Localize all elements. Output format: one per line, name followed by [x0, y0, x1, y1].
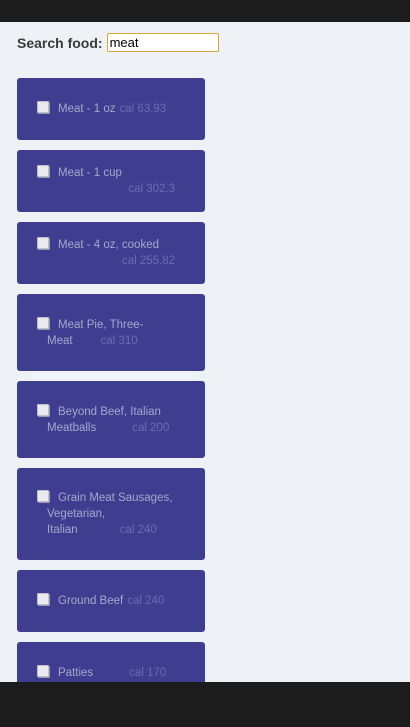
food-calories: cal 302.3	[128, 183, 175, 195]
food-item[interactable]: Meat - 1 cup cal 302.3	[17, 150, 205, 212]
food-item[interactable]: Meat - 1 oz cal 63.93	[17, 78, 205, 140]
food-calories: cal 240	[127, 595, 165, 607]
food-calories: cal 200	[132, 421, 170, 434]
checkbox-icon[interactable]	[37, 316, 49, 329]
checkbox-icon[interactable]	[37, 593, 49, 605]
food-name: Ground Beef	[58, 595, 124, 607]
browser-bottom-bar	[0, 682, 410, 727]
search-label: Search food:	[17, 34, 103, 51]
food-item[interactable]: Meat - 4 oz, cooked cal 255.82	[17, 222, 205, 284]
search-input[interactable]	[106, 33, 219, 52]
checkbox-icon[interactable]	[37, 237, 49, 249]
browser-top-bar	[0, 0, 410, 22]
food-item[interactable]: Grain Meat Sausages, Vegetarian, Italian…	[17, 468, 205, 560]
food-name: Meat - 4 oz, cooked	[58, 239, 159, 251]
food-item[interactable]: Meat Pie, Three-Meat cal 310	[17, 294, 205, 371]
food-calories: cal 240	[119, 524, 157, 536]
food-calories: cal 63.93	[119, 103, 167, 115]
checkbox-icon[interactable]	[37, 101, 49, 113]
food-name: Meat - 1 cup	[58, 167, 122, 179]
food-calories: cal 310	[100, 334, 138, 347]
food-name: Meat - 1 oz	[58, 103, 116, 115]
checkbox-icon[interactable]	[37, 665, 49, 677]
food-calories: cal 170	[129, 667, 167, 679]
food-name: Patties	[58, 667, 94, 679]
food-item[interactable]: Beyond Beef, Italian Meatballs cal 200	[17, 381, 205, 458]
food-item[interactable]: Ground Beef cal 240	[17, 570, 205, 632]
checkbox-icon[interactable]	[37, 165, 49, 177]
checkbox-icon[interactable]	[37, 403, 49, 416]
search-row: Search food:	[17, 31, 219, 54]
checkbox-icon[interactable]	[37, 490, 49, 502]
food-calories: cal 255.82	[121, 255, 175, 267]
